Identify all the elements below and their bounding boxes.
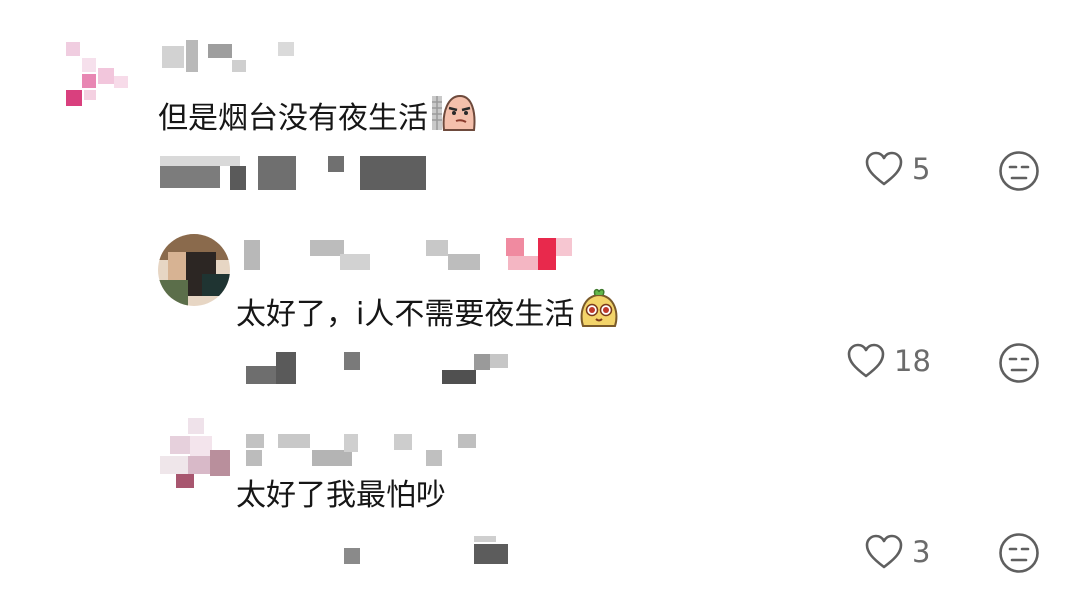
avatar[interactable]: [160, 416, 232, 488]
comment-reply: 太好了，i人不需要夜生活 18: [0, 210, 1080, 400]
like-button[interactable]: 5: [864, 150, 930, 188]
comment-text: 太好了，i人不需要夜生活: [236, 286, 622, 335]
heart-outline-icon: [865, 534, 903, 569]
heart-outline-icon: [865, 151, 903, 186]
dislike-button[interactable]: [998, 150, 1040, 196]
dislike-button[interactable]: [998, 532, 1040, 578]
comment: 但是烟台没有夜生活 5: [0, 0, 1080, 210]
expressionless-face-icon: [999, 151, 1039, 191]
heart-outline-icon: [847, 343, 885, 378]
expressionless-face-icon: [999, 533, 1039, 573]
pudding-face-sticker-icon: [580, 288, 618, 327]
avatar[interactable]: [62, 38, 132, 108]
dislike-button[interactable]: [998, 342, 1040, 388]
like-button[interactable]: 3: [864, 533, 930, 571]
expressionless-face-icon: [999, 343, 1039, 383]
smirk-sticker-icon: [432, 94, 476, 131]
avatar[interactable]: [158, 234, 230, 306]
comment-text: 但是烟台没有夜生活: [158, 90, 478, 139]
comment-reply: 太好了我最怕吵 3: [0, 400, 1080, 589]
comment-text: 太好了我最怕吵: [236, 478, 446, 513]
like-count: 18: [894, 344, 931, 378]
like-button[interactable]: 18: [846, 342, 931, 380]
like-count: 5: [912, 152, 931, 186]
like-count: 3: [912, 535, 931, 569]
